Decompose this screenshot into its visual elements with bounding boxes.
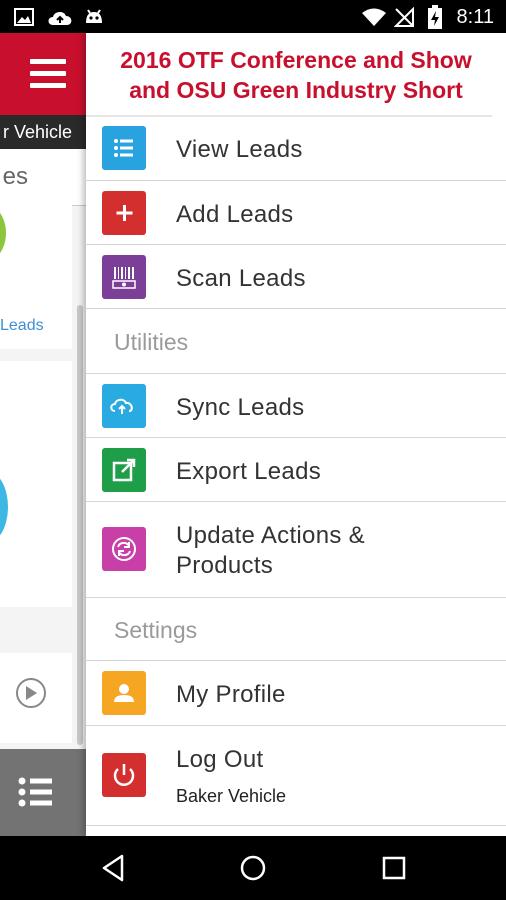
system-nav-bar — [0, 836, 506, 900]
search-field[interactable]: es — [0, 149, 86, 206]
menu-item-label: Export Leads — [176, 458, 322, 485]
menu-item-add-leads[interactable]: Add Leads — [86, 181, 506, 245]
refresh-icon — [102, 527, 146, 571]
export-icon — [102, 448, 146, 492]
menu-item-update-actions-products[interactable]: Update Actions & Products — [86, 502, 506, 598]
power-icon — [102, 753, 146, 797]
background-app: r Vehicle es Leads — [0, 33, 86, 836]
hamburger-menu-icon[interactable] — [30, 59, 66, 89]
logged-in-user: Baker Vehicle — [176, 786, 287, 806]
bottom-bar[interactable] — [0, 749, 86, 836]
cloud-sync-icon — [102, 384, 146, 428]
section-header-label: Utilities — [114, 329, 189, 355]
home-icon[interactable] — [235, 850, 271, 886]
recents-icon[interactable] — [376, 850, 412, 886]
drawer-title-line: 2016 OTF Conference and Show — [120, 47, 472, 73]
card-link[interactable]: Leads — [0, 317, 44, 335]
menu-item-view-leads[interactable]: View Leads — [86, 117, 506, 181]
drawer-title: 2016 OTF Conference and Show and OSU Gre… — [86, 45, 506, 105]
status-bar: 8:11 — [0, 0, 506, 33]
android-icon — [86, 9, 102, 23]
back-icon[interactable] — [96, 850, 132, 886]
section-header-label: Settings — [114, 617, 198, 643]
arrow-right-icon[interactable] — [16, 678, 46, 708]
list-icon — [102, 126, 146, 170]
search-field-text: es — [2, 163, 28, 190]
section-header-utilities: Utilities — [86, 309, 506, 374]
menu-item-export-leads[interactable]: Export Leads — [86, 438, 506, 502]
person-icon — [102, 671, 146, 715]
drawer-title-line: and OSU Green Industry Short — [129, 77, 463, 103]
clock: 8:11 — [456, 6, 494, 28]
plus-icon — [102, 191, 146, 235]
menu-item-my-profile[interactable]: My Profile — [86, 661, 506, 726]
navigation-drawer: 2016 OTF Conference and Show and OSU Gre… — [86, 33, 506, 836]
vehicle-label-text: r Vehicle — [2, 122, 72, 142]
menu-item-label: Update Actions & — [176, 522, 365, 549]
menu-item-label: Add Leads — [176, 201, 294, 228]
image-icon — [14, 8, 34, 26]
menu-item-scan-leads[interactable]: Scan Leads — [86, 245, 506, 309]
menu-item-log-out[interactable]: Log Out Baker Vehicle — [86, 726, 506, 826]
app-header — [0, 33, 86, 115]
menu-item-sync-leads[interactable]: Sync Leads — [86, 374, 506, 438]
menu-item-label: View Leads — [176, 136, 303, 163]
scrollbar[interactable] — [77, 305, 83, 745]
dashboard-card[interactable] — [0, 361, 72, 607]
battery-charging-icon — [428, 5, 442, 29]
cloud-upload-icon — [48, 11, 72, 25]
barcode-scan-icon — [102, 255, 146, 299]
menu-item-label: Scan Leads — [176, 265, 306, 292]
no-signal-icon — [394, 7, 414, 27]
menu-item-label: My Profile — [176, 681, 286, 708]
section-header-settings: Settings — [86, 598, 506, 661]
list-icon — [18, 777, 52, 807]
vehicle-label: r Vehicle — [0, 115, 86, 149]
menu-item-label: Log Out — [176, 746, 264, 773]
menu-item-label: Sync Leads — [176, 394, 305, 421]
menu-item-label: Products — [176, 552, 274, 579]
wifi-icon — [362, 8, 386, 26]
